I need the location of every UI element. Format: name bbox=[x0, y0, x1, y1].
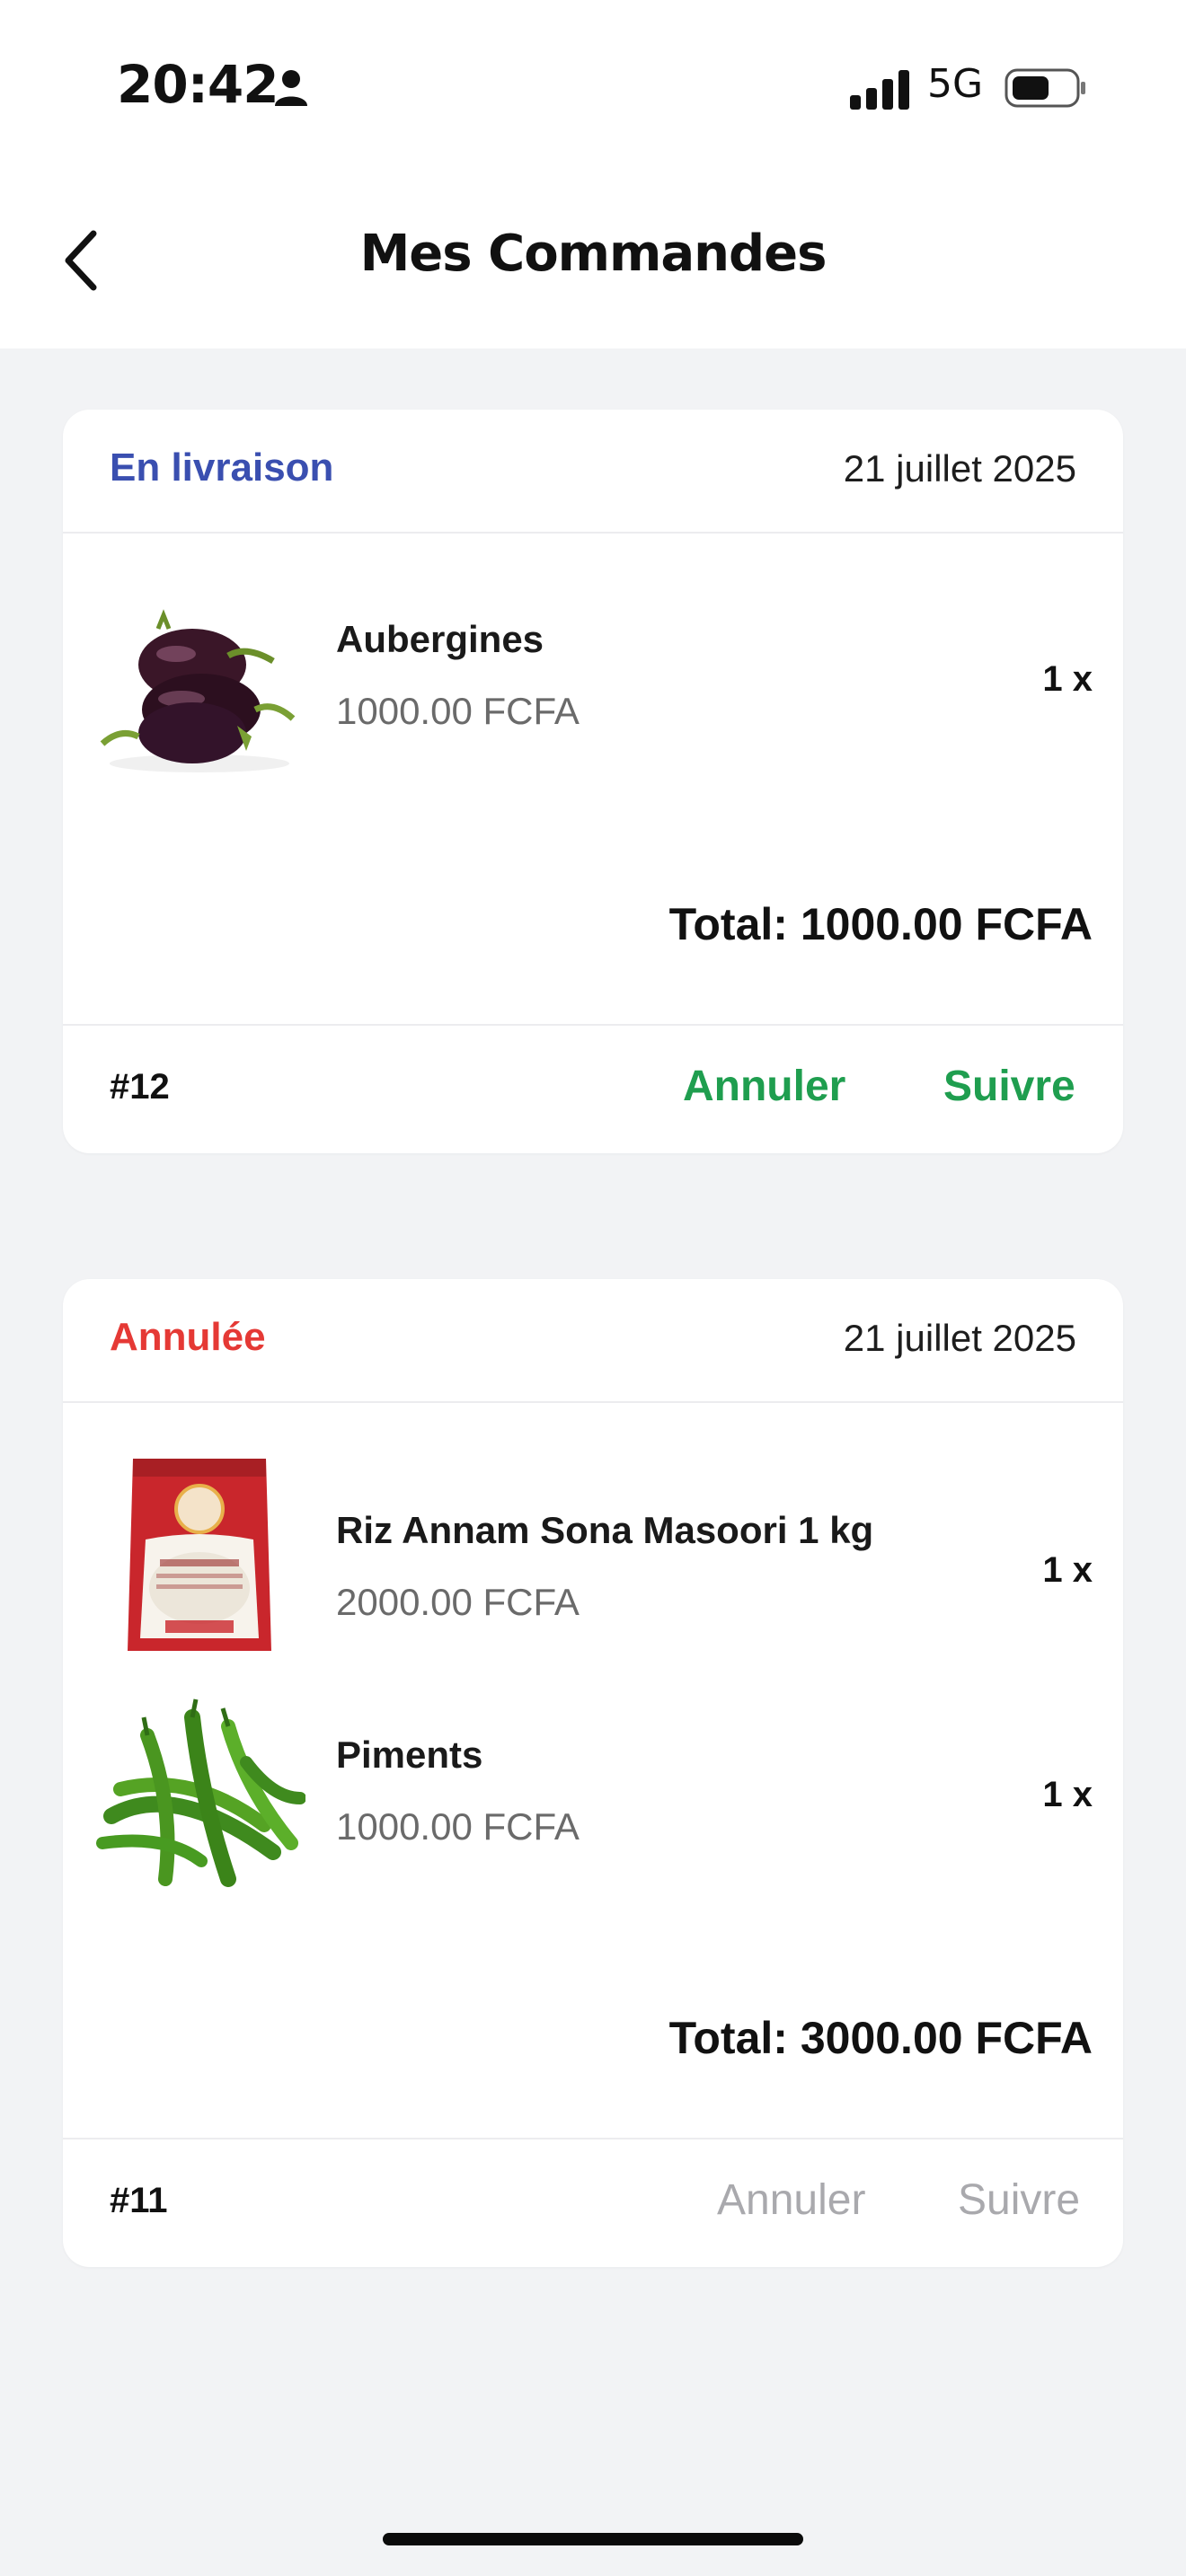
battery-icon bbox=[1005, 68, 1085, 108]
order-card-footer: #12 Annuler Suivre bbox=[63, 1024, 1123, 1153]
item-name: Piments bbox=[336, 1734, 483, 1776]
order-id: #11 bbox=[110, 2181, 168, 2220]
home-indicator bbox=[383, 2533, 803, 2545]
page-title: Mes Commandes bbox=[359, 225, 828, 283]
item-name: Riz Annam Sona Masoori 1 kg bbox=[336, 1509, 874, 1551]
rice-bag-image bbox=[128, 1459, 271, 1651]
order-total: Total: 1000.00 FCFA bbox=[668, 899, 1093, 949]
order-item: Riz Annam Sona Masoori 1 kg 2000.00 FCFA… bbox=[63, 1403, 1123, 1651]
item-quantity: 1 x bbox=[1042, 1775, 1093, 1814]
order-date: 21 juillet 2025 bbox=[843, 1317, 1076, 1359]
item-name: Aubergines bbox=[336, 618, 544, 660]
item-quantity: 1 x bbox=[1042, 659, 1093, 699]
cancel-order-button[interactable]: Annuler bbox=[683, 1062, 845, 1111]
order-id: #12 bbox=[110, 1067, 170, 1107]
network-label: 5G bbox=[927, 61, 984, 107]
eggplant-image bbox=[100, 609, 296, 772]
status-bar: 20:42 5G bbox=[0, 0, 1186, 180]
app-header: 20:42 5G Mes Commandes bbox=[0, 0, 1186, 348]
order-card: Annulée 21 juillet 2025 Riz Annam Sona M… bbox=[63, 1279, 1123, 2267]
order-status-badge: En livraison bbox=[110, 446, 334, 490]
signal-icon bbox=[850, 70, 909, 110]
item-price: 2000.00 FCFA bbox=[336, 1581, 580, 1623]
order-card-header: Annulée 21 juillet 2025 bbox=[63, 1279, 1123, 1403]
status-time: 20:42 bbox=[117, 54, 279, 115]
order-status-badge: Annulée bbox=[110, 1315, 266, 1359]
order-total: Total: 3000.00 FCFA bbox=[668, 2013, 1093, 2063]
chili-peppers-image bbox=[96, 1698, 305, 1887]
cancel-order-button[interactable]: Annuler bbox=[717, 2175, 865, 2225]
track-order-button[interactable]: Suivre bbox=[943, 1062, 1075, 1111]
order-item: Aubergines 1000.00 FCFA 1 x bbox=[63, 534, 1123, 776]
item-quantity: 1 x bbox=[1042, 1550, 1093, 1590]
order-item: Piments 1000.00 FCFA 1 x bbox=[63, 1645, 1123, 1888]
order-card-footer: #11 Annuler Suivre bbox=[63, 2138, 1123, 2267]
item-price: 1000.00 FCFA bbox=[336, 690, 580, 732]
order-card: En livraison 21 juillet 2025 Aubergines … bbox=[63, 410, 1123, 1153]
item-price: 1000.00 FCFA bbox=[336, 1805, 580, 1848]
track-order-button[interactable]: Suivre bbox=[958, 2175, 1080, 2225]
order-card-header: En livraison 21 juillet 2025 bbox=[63, 410, 1123, 534]
person-icon bbox=[275, 70, 307, 106]
order-date: 21 juillet 2025 bbox=[843, 447, 1076, 490]
